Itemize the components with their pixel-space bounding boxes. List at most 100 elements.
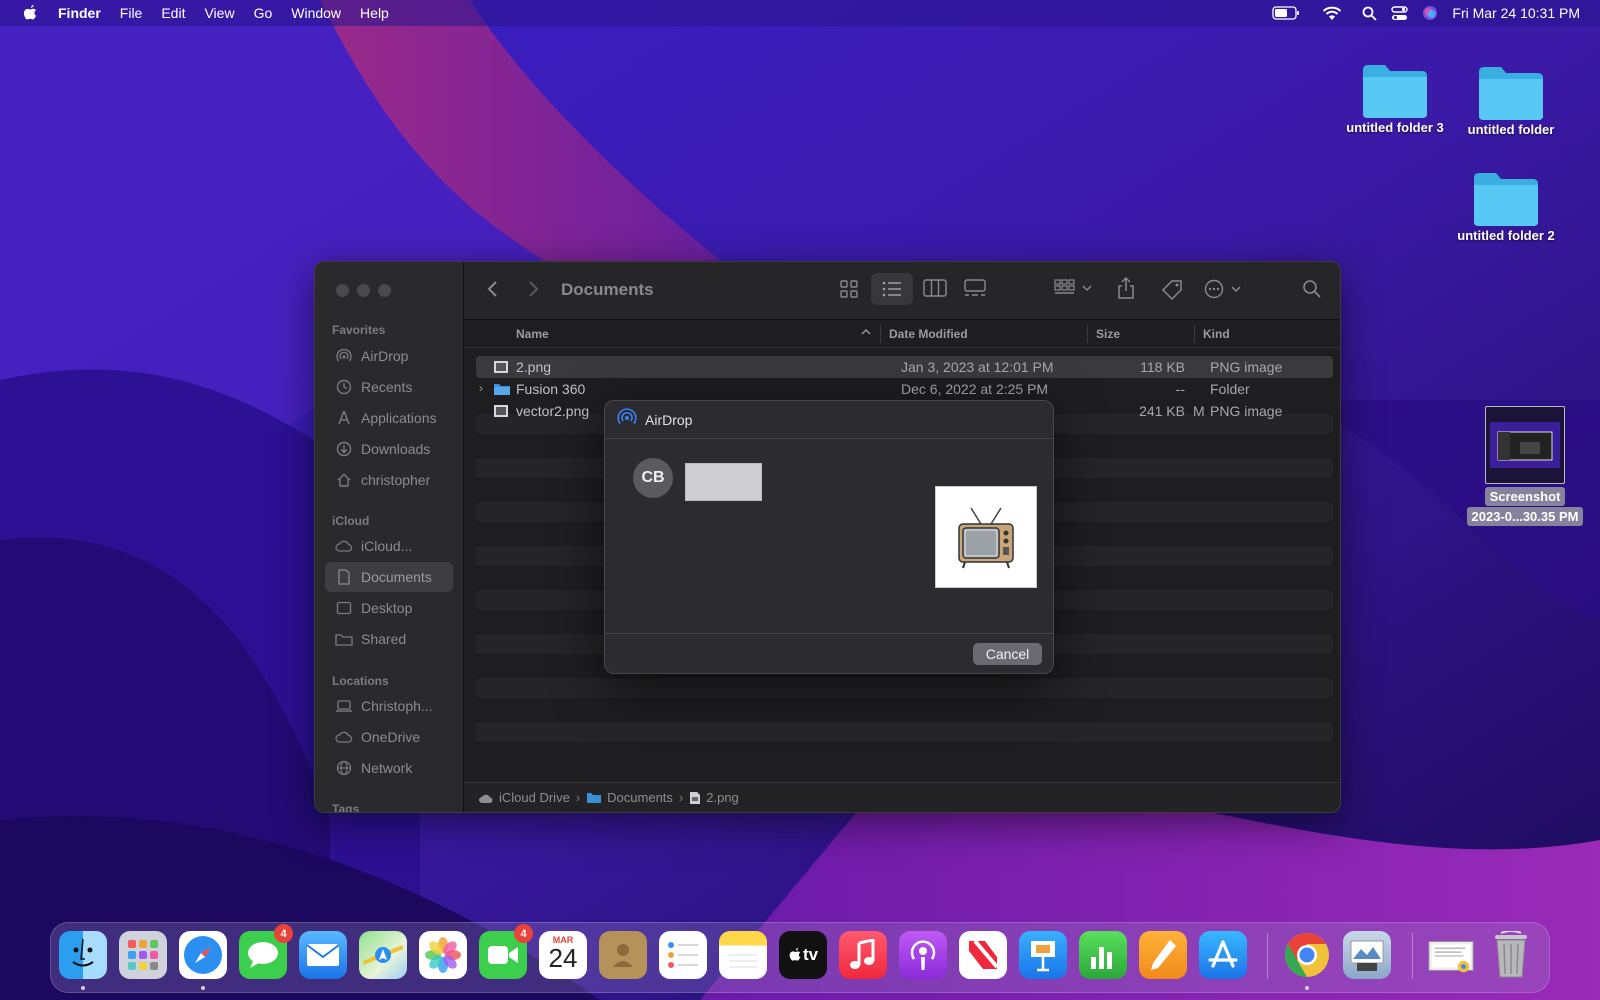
dock-photos-icon[interactable] bbox=[419, 931, 467, 979]
column-header-name[interactable]: Name bbox=[516, 327, 549, 341]
menu-view[interactable]: View bbox=[204, 5, 234, 21]
sidebar-item-label: Shared bbox=[361, 631, 407, 647]
zoom-window-button[interactable] bbox=[378, 284, 391, 297]
menu-bar-clock[interactable]: Fri Mar 24 10:31 PM bbox=[1452, 5, 1580, 21]
sidebar-item-shared[interactable]: Shared bbox=[325, 624, 453, 654]
menu-window[interactable]: Window bbox=[291, 5, 341, 21]
back-button[interactable] bbox=[486, 279, 500, 299]
file-row-fusion-360[interactable]: › Fusion 360 Dec 6, 2022 at 2:25 PM -- F… bbox=[476, 378, 1333, 400]
sidebar-item-documents[interactable]: Documents bbox=[325, 562, 453, 592]
home-icon bbox=[335, 471, 353, 489]
cloud-icon bbox=[335, 728, 353, 746]
dock-reminders-icon[interactable] bbox=[659, 931, 707, 979]
sidebar-item-onedrive[interactable]: OneDrive bbox=[325, 722, 453, 752]
column-header-date-modified[interactable]: Date Modified bbox=[889, 327, 968, 341]
more-actions-button[interactable] bbox=[1204, 279, 1244, 299]
sidebar-item-label: Christoph... bbox=[361, 698, 433, 714]
sidebar-item-network[interactable]: Network bbox=[325, 753, 453, 783]
dock-apple-tv-icon[interactable]: tv bbox=[779, 931, 827, 979]
close-window-button[interactable] bbox=[336, 284, 349, 297]
expand-chevron-icon[interactable]: › bbox=[479, 381, 483, 395]
airdrop-icon bbox=[617, 407, 637, 432]
menu-go[interactable]: Go bbox=[254, 5, 273, 21]
path-segment-2png[interactable]: 2.png bbox=[689, 790, 739, 805]
gallery-view-button[interactable] bbox=[963, 279, 987, 297]
path-segment-documents[interactable]: Documents bbox=[586, 790, 673, 805]
dock-finder-icon[interactable] bbox=[59, 931, 107, 979]
file-size: 241 KB bbox=[1139, 403, 1185, 419]
path-segment-icloud-drive[interactable]: iCloud Drive bbox=[478, 790, 570, 805]
share-icon[interactable] bbox=[1117, 276, 1135, 300]
tag-icon[interactable] bbox=[1161, 279, 1183, 301]
dock-notes-icon[interactable] bbox=[719, 931, 767, 979]
dock-screenshot-stack-icon[interactable] bbox=[1427, 931, 1475, 979]
desktop-screenshot-file[interactable]: Screenshot 2023-0...30.35 PM bbox=[1460, 406, 1590, 526]
sidebar-item-macintosh[interactable]: Christoph... bbox=[325, 691, 453, 721]
column-view-button[interactable] bbox=[923, 279, 947, 297]
icon-view-button[interactable] bbox=[839, 279, 859, 299]
control-center-icon[interactable] bbox=[1391, 5, 1409, 21]
desktop-folder-untitled-folder-2[interactable]: untitled folder 2 bbox=[1441, 170, 1571, 243]
siri-icon[interactable] bbox=[1422, 5, 1438, 21]
group-by-button[interactable] bbox=[1054, 279, 1094, 297]
dock-preview-icon[interactable] bbox=[1343, 931, 1391, 979]
cancel-button[interactable]: Cancel bbox=[973, 643, 1042, 665]
column-header-size[interactable]: Size bbox=[1096, 327, 1120, 341]
sidebar-item-christopher[interactable]: christopher bbox=[325, 465, 453, 495]
dock-chrome-icon[interactable] bbox=[1283, 931, 1331, 979]
desktop-folder-label: untitled folder 2 bbox=[1457, 228, 1555, 243]
dock-news-icon[interactable] bbox=[959, 931, 1007, 979]
dock-calendar-icon[interactable]: MAR 24 bbox=[539, 931, 587, 979]
menu-help[interactable]: Help bbox=[360, 5, 389, 21]
dock-pages-icon[interactable] bbox=[1139, 931, 1187, 979]
desktop-folder-untitled-folder[interactable]: untitled folder bbox=[1446, 64, 1576, 137]
sidebar-item-airdrop[interactable]: AirDrop bbox=[325, 341, 453, 371]
apple-logo-icon[interactable] bbox=[22, 4, 38, 22]
dock-mail-icon[interactable] bbox=[299, 931, 347, 979]
dock-app-store-icon[interactable] bbox=[1199, 931, 1247, 979]
dock-contacts-icon[interactable] bbox=[599, 931, 647, 979]
dock-maps-icon[interactable] bbox=[359, 931, 407, 979]
download-icon bbox=[335, 440, 353, 458]
search-icon[interactable] bbox=[1302, 279, 1322, 299]
dock-facetime-icon[interactable]: 4 bbox=[479, 924, 533, 979]
dock-running-indicator bbox=[1305, 986, 1309, 990]
dock-messages-icon[interactable]: 4 bbox=[239, 924, 293, 979]
image-file-icon bbox=[493, 360, 509, 377]
recipient-name-redacted[interactable] bbox=[685, 463, 762, 501]
dock-numbers-icon[interactable] bbox=[1079, 931, 1127, 979]
dock-safari-icon[interactable] bbox=[179, 931, 227, 979]
file-row-2png[interactable]: 2.png Jan 3, 2023 at 12:01 PM 118 KB PNG… bbox=[476, 356, 1333, 378]
sidebar-item-icloud-drive[interactable]: iCloud... bbox=[325, 531, 453, 561]
menu-file[interactable]: File bbox=[120, 5, 143, 21]
minimize-window-button[interactable] bbox=[357, 284, 370, 297]
recipient-avatar[interactable]: CB bbox=[633, 458, 673, 498]
battery-icon[interactable] bbox=[1272, 6, 1300, 20]
file-date: Dec 6, 2022 at 2:25 PM bbox=[901, 381, 1049, 397]
sidebar-item-downloads[interactable]: Downloads bbox=[325, 434, 453, 464]
menu-edit[interactable]: Edit bbox=[161, 5, 185, 21]
sort-ascending-chevron-icon[interactable] bbox=[860, 325, 872, 342]
dock-podcasts-icon[interactable] bbox=[899, 931, 947, 979]
sidebar-item-label: Recents bbox=[361, 379, 413, 395]
finder-toolbar: Documents bbox=[464, 262, 1340, 320]
dock-keynote-icon[interactable] bbox=[1019, 931, 1067, 979]
sidebar-item-desktop[interactable]: Desktop bbox=[325, 593, 453, 623]
file-date: Jan 3, 2023 at 12:01 PM bbox=[901, 359, 1054, 375]
column-header-kind[interactable]: Kind bbox=[1203, 327, 1230, 341]
wifi-icon[interactable] bbox=[1322, 6, 1342, 21]
desktop-folder-untitled-folder-3[interactable]: untitled folder 3 bbox=[1330, 62, 1460, 135]
forward-button[interactable] bbox=[526, 279, 540, 299]
file-kind: PNG image bbox=[1210, 403, 1283, 419]
file-size: -- bbox=[1175, 381, 1185, 397]
dock-music-icon[interactable] bbox=[839, 931, 887, 979]
dock-launchpad-icon[interactable] bbox=[119, 931, 167, 979]
menu-app-finder[interactable]: Finder bbox=[58, 5, 101, 21]
sidebar-item-recents[interactable]: Recents bbox=[325, 372, 453, 402]
folder-icon bbox=[1474, 173, 1538, 226]
dock-trash-icon[interactable] bbox=[1487, 931, 1535, 979]
spotlight-search-icon[interactable] bbox=[1362, 6, 1378, 21]
list-view-button[interactable] bbox=[871, 273, 913, 305]
airdrop-icon bbox=[335, 347, 353, 365]
sidebar-item-applications[interactable]: Applications bbox=[325, 403, 453, 433]
